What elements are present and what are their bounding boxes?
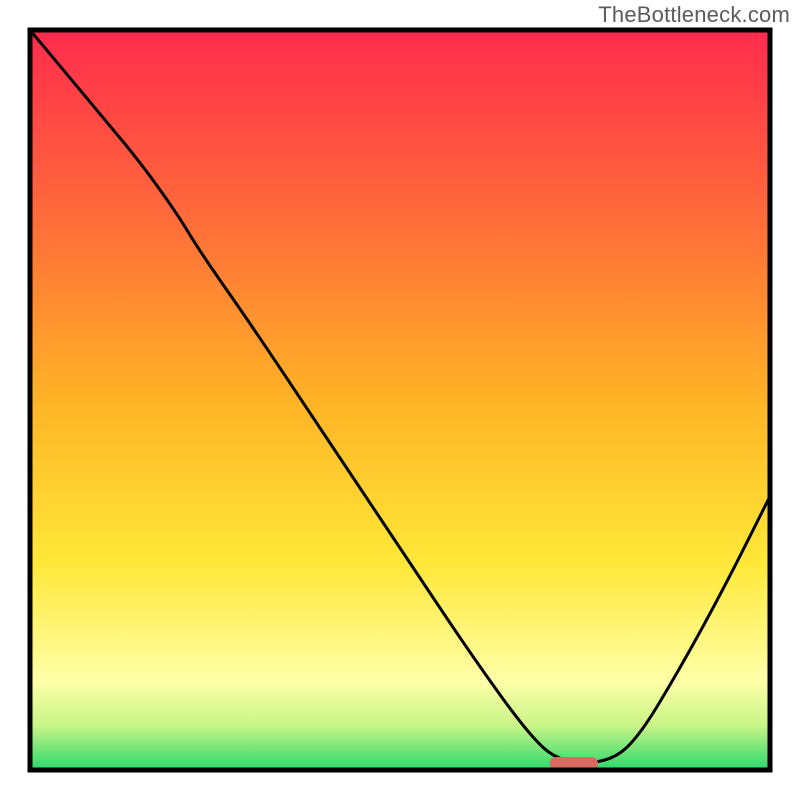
bottleneck-curve-chart [0,0,800,800]
watermark-text: TheBottleneck.com [598,2,790,28]
plot-background-gradient [30,30,770,770]
chart-container: TheBottleneck.com [0,0,800,800]
